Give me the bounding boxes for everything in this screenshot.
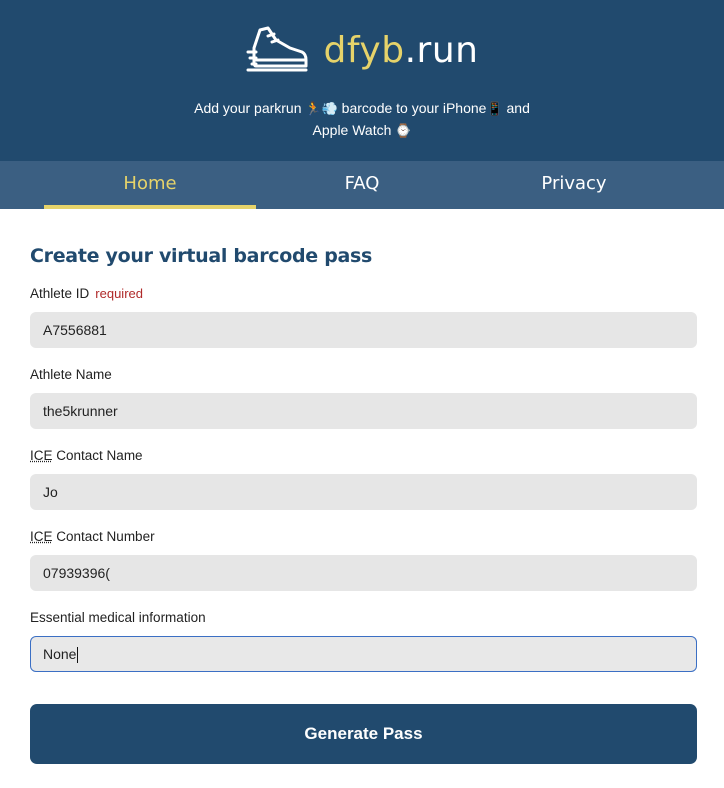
tagline: Add your parkrun 🏃💨 barcode to your iPho…: [194, 100, 530, 139]
main-nav: Home FAQ Privacy: [0, 161, 724, 209]
ice-number-input[interactable]: 07939396(: [30, 555, 697, 591]
tab-privacy[interactable]: Privacy: [468, 161, 680, 209]
watch-icon: ⌚: [395, 124, 412, 139]
form-title: Create your virtual barcode pass: [30, 245, 373, 267]
ice-name-label: ICE Contact Name: [30, 448, 143, 463]
required-indicator: required: [95, 286, 143, 301]
ice-name-input[interactable]: Jo: [30, 474, 697, 510]
medical-info-input[interactable]: None: [30, 636, 697, 672]
athlete-name-input[interactable]: the5krunner: [30, 393, 697, 429]
site-header: dfyb.run Add your parkrun 🏃💨 barcode to …: [0, 0, 724, 161]
medical-info-field: Essential medical information None: [30, 609, 697, 672]
pass-form: Create your virtual barcode pass Athlete…: [0, 245, 724, 764]
athlete-name-label: Athlete Name: [30, 367, 112, 382]
text-caret: [77, 647, 79, 664]
ice-name-field: ICE Contact Name Jo: [30, 447, 697, 510]
athlete-id-label: Athlete ID required: [30, 286, 143, 301]
tab-faq[interactable]: FAQ: [256, 161, 468, 209]
brand-logo[interactable]: dfyb.run: [0, 22, 724, 78]
athlete-id-input[interactable]: A7556881: [30, 312, 697, 348]
phone-icon: 📱: [486, 102, 503, 117]
brand-name: dfyb.run: [323, 29, 479, 71]
tab-home[interactable]: Home: [44, 161, 256, 209]
ice-number-field: ICE Contact Number 07939396(: [30, 528, 697, 591]
ice-number-label: ICE Contact Number: [30, 529, 155, 544]
athlete-name-field: Athlete Name the5krunner: [30, 366, 697, 429]
athlete-id-field: Athlete ID required A7556881: [30, 285, 697, 348]
running-shoe-icon: [246, 26, 308, 72]
medical-info-label: Essential medical information: [30, 610, 206, 625]
runner-icon: 🏃💨: [305, 102, 338, 117]
generate-pass-button[interactable]: Generate Pass: [30, 704, 697, 764]
